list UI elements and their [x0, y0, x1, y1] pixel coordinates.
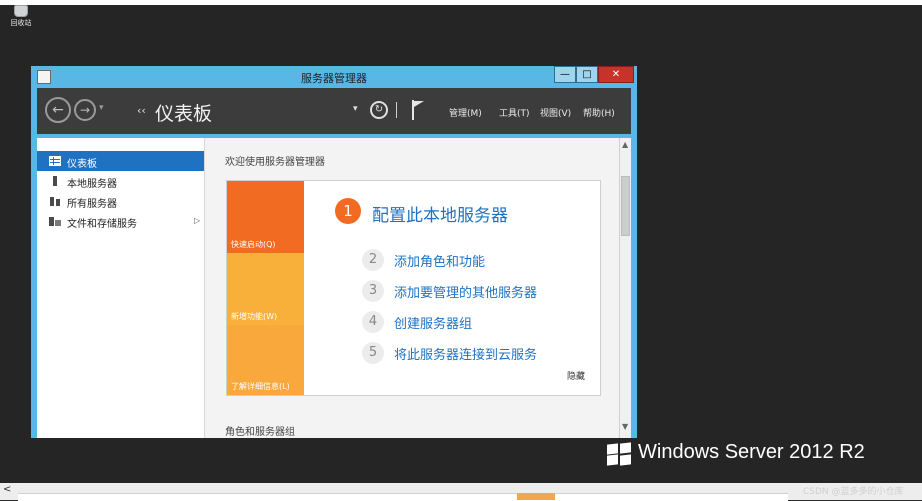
sidebar: 仪表板 本地服务器 所有服务器 文件和存储服务 ▷ — [37, 138, 204, 438]
sidebar-item-dashboard[interactable]: 仪表板 — [37, 151, 204, 171]
recycle-bin-icon — [14, 5, 28, 17]
tab-label: 了解详细信息(L) — [231, 382, 290, 391]
dashboard-icon — [49, 156, 61, 166]
maximize-button[interactable]: □ — [576, 66, 598, 83]
recycle-bin-label: 回收站 — [10, 19, 32, 27]
sidebar-item-label: 仪表板 — [67, 159, 97, 170]
sidebar-item-all-servers[interactable]: 所有服务器 — [37, 191, 204, 211]
add-roles-link[interactable]: 添加角色和功能 — [394, 251, 485, 270]
scroll-thumb[interactable] — [621, 176, 630, 236]
welcome-heading: 欢迎使用服务器管理器 — [225, 157, 325, 168]
roles-section-heading: 角色和服务器组 — [225, 427, 295, 438]
back-arrow-icon: ← — [52, 102, 64, 118]
close-button[interactable]: ✕ — [598, 66, 634, 83]
sidebar-item-local-server[interactable]: 本地服务器 — [37, 171, 204, 191]
scroll-down-icon[interactable]: ▼ — [622, 422, 628, 431]
welcome-tile: 快速启动(Q) 新增功能(W) 了解详细信息(L) 1 配置此本地服务器 2 添… — [226, 180, 601, 396]
menu-help[interactable]: 帮助(H) — [583, 106, 615, 119]
step-number: 1 — [335, 198, 361, 224]
add-servers-link[interactable]: 添加要管理的其他服务器 — [394, 282, 537, 301]
learn-more-tab[interactable]: 了解详细信息(L) — [227, 325, 304, 395]
whats-new-tab[interactable]: 新增功能(W) — [227, 253, 304, 325]
step-number: 3 — [362, 280, 384, 302]
tab-label: 快速启动(Q) — [231, 240, 276, 249]
sidebar-item-label: 文件和存储服务 — [67, 219, 137, 230]
expand-arrow-icon[interactable]: ▷ — [194, 216, 200, 225]
toolbar-separator — [396, 102, 397, 118]
sidebar-item-label: 所有服务器 — [67, 199, 117, 210]
menu-view[interactable]: 视图(V) — [540, 106, 571, 119]
tab-label: 新增功能(W) — [231, 312, 278, 321]
menu-manage[interactable]: 管理(M) — [449, 106, 482, 119]
forward-arrow-icon: → — [79, 103, 91, 117]
server-manager-window: 服务器管理器 — □ ✕ ← → ▾ ‹‹ 仪表板 ▾ ↻ 管理(M) 工具(T… — [31, 66, 637, 438]
configure-local-server-link[interactable]: 配置此本地服务器 — [372, 201, 508, 226]
back-button[interactable]: ← — [45, 97, 71, 123]
vertical-scrollbar[interactable]: ▲ ▼ — [619, 138, 631, 438]
windows-server-brand: Windows Server 2012 R2 — [638, 441, 865, 463]
breadcrumb-arrows: ‹‹ — [137, 104, 146, 117]
connect-cloud-link[interactable]: 将此服务器连接到云服务 — [394, 344, 537, 363]
storage-icon — [49, 217, 61, 226]
sidebar-item-file-storage[interactable]: 文件和存储服务 ▷ — [37, 211, 204, 231]
server-icon — [53, 176, 57, 186]
servers-icon — [50, 197, 60, 206]
step-number: 5 — [362, 342, 384, 364]
history-dropdown-icon[interactable]: ▾ — [99, 103, 104, 113]
create-server-group-link[interactable]: 创建服务器组 — [394, 313, 472, 332]
window-title: 服务器管理器 — [301, 72, 367, 85]
scroll-left-icon[interactable]: < — [3, 484, 11, 495]
scroll-highlight — [517, 493, 555, 500]
main-content: 欢迎使用服务器管理器 快速启动(Q) 新增功能(W) 了解详细信息(L) 1 配… — [204, 138, 619, 438]
breadcrumb-dropdown-icon[interactable]: ▾ — [353, 104, 358, 114]
watermark: CSDN @蓝多多的小仓库 — [803, 487, 904, 497]
refresh-icon[interactable]: ↻ — [370, 101, 388, 119]
navigation-bar: ← → ▾ ‹‹ 仪表板 ▾ ↻ 管理(M) 工具(T) 视图(V) 帮助(H) — [37, 88, 631, 134]
hide-link[interactable]: 隐藏 — [567, 369, 585, 382]
step-number: 2 — [362, 249, 384, 271]
windows-logo-icon — [607, 442, 632, 466]
step-number: 4 — [362, 311, 384, 333]
minimize-button[interactable]: — — [554, 66, 576, 83]
recycle-bin[interactable]: 回收站 — [6, 5, 36, 28]
sidebar-item-label: 本地服务器 — [67, 179, 117, 190]
notifications-flag-icon[interactable] — [412, 100, 424, 120]
scroll-up-icon[interactable]: ▲ — [622, 140, 628, 149]
menu-tools[interactable]: 工具(T) — [499, 106, 530, 119]
forward-button[interactable]: → — [74, 99, 96, 121]
horizontal-scrollbar[interactable]: < — [0, 483, 922, 501]
breadcrumb: 仪表板 — [155, 103, 213, 125]
title-bar[interactable]: 服务器管理器 — □ ✕ — [31, 66, 637, 87]
quick-start-tab[interactable]: 快速启动(Q) — [227, 181, 304, 253]
